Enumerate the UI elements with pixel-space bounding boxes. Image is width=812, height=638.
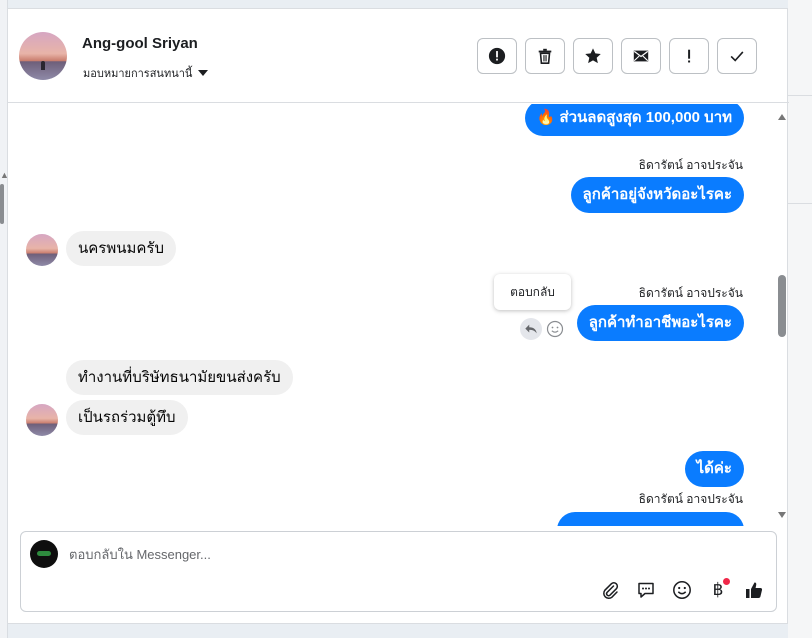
outgoing-message[interactable]: ได้ค่ะ — [684, 451, 744, 487]
conversation-toolbar — [477, 38, 757, 74]
outgoing-message[interactable]: ลูกค้าทำอาชีพอะไรคะ — [576, 305, 744, 341]
reply-input[interactable] — [69, 543, 669, 565]
message-scrollbar[interactable] — [775, 104, 789, 526]
notification-dot — [723, 578, 730, 585]
delete-button[interactable] — [525, 38, 565, 74]
star-button[interactable] — [573, 38, 613, 74]
contact-avatar-small[interactable] — [26, 234, 58, 266]
mark-unread-button[interactable] — [621, 38, 661, 74]
contact-name[interactable]: Ang-gool Sriyan — [82, 35, 198, 52]
page-avatar — [30, 540, 58, 568]
contact-avatar[interactable] — [19, 32, 67, 80]
trash-icon — [538, 48, 552, 65]
mark-spam-button[interactable] — [477, 38, 517, 74]
reply-tooltip: ตอบกลับ — [494, 274, 571, 310]
thumbs-up-icon[interactable] — [742, 578, 766, 602]
incoming-message[interactable]: นครพนมครับ — [66, 231, 176, 266]
outgoing-message[interactable]: ลูกค้าอยู่จังหวัดอะไรคะ — [570, 177, 744, 213]
emoji-icon[interactable] — [670, 578, 694, 602]
reply-composer: ฿ — [20, 531, 777, 612]
assign-conversation-dropdown[interactable]: มอบหมายการสนทนานี้ — [83, 64, 209, 82]
incoming-message[interactable]: ทำงานที่บริษัทธนามัยขนส่งครับ — [66, 360, 293, 395]
chat-bubble-icon[interactable] — [634, 578, 658, 602]
sender-name: ธิดารัตน์ อาจประจัน — [638, 158, 743, 172]
composer-actions: ฿ — [598, 578, 766, 602]
paperclip-icon[interactable] — [598, 578, 622, 602]
conversation-header: Ang-gool Sriyan มอบหมายการสนทนานี้ — [8, 9, 789, 103]
outgoing-message-partial[interactable] — [557, 512, 744, 526]
follow-up-button[interactable] — [669, 38, 709, 74]
checkmark-icon — [730, 51, 744, 62]
alert-circle-icon — [488, 47, 506, 65]
star-icon — [585, 48, 601, 64]
outgoing-message[interactable]: 🔥 ส่วนลดสูงสุด 100,000 บาท — [524, 104, 744, 136]
reply-icon[interactable] — [520, 318, 542, 340]
contact-avatar-small[interactable] — [26, 404, 58, 436]
baht-symbol: ฿ — [712, 580, 724, 599]
sender-name: ธิดารัตน์ อาจประจัน — [638, 286, 743, 300]
exclamation-icon — [688, 49, 691, 63]
conversation-panel: Ang-gool Sriyan มอบหมายการสนทนานี้ 🔥 ส่ว… — [7, 8, 789, 624]
sender-name: ธิดารัตน์ อาจประจัน — [638, 492, 743, 506]
right-edge-strip — [788, 0, 812, 638]
left-scroll-thumb[interactable] — [0, 184, 4, 224]
scroll-up-arrow-icon[interactable] — [778, 114, 786, 120]
incoming-message[interactable]: เป็นรถร่วมตู้ทึบ — [66, 400, 188, 435]
message-thread[interactable]: 🔥 ส่วนลดสูงสุด 100,000 บาท ธิดารัตน์ อาจ… — [8, 104, 789, 526]
envelope-icon — [633, 50, 649, 62]
emoji-react-icon[interactable] — [546, 320, 564, 338]
divider — [788, 95, 812, 96]
baht-icon[interactable]: ฿ — [706, 578, 730, 602]
divider — [788, 203, 812, 204]
scroll-thumb[interactable] — [778, 275, 786, 337]
scroll-down-arrow-icon[interactable] — [778, 512, 786, 518]
caret-down-icon — [198, 70, 209, 76]
assign-label: มอบหมายการสนทนานี้ — [83, 68, 193, 80]
mark-done-button[interactable] — [717, 38, 757, 74]
